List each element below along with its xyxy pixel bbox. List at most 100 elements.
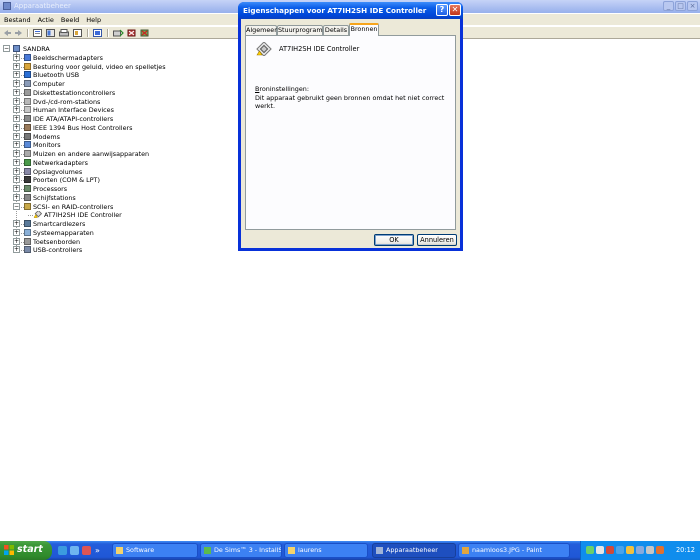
expand-icon[interactable]: + [13, 115, 20, 122]
expand-icon[interactable]: + [13, 193, 20, 201]
device-category-icon [24, 106, 31, 114]
internet-explorer-icon[interactable] [58, 546, 67, 555]
tray-network-icon[interactable] [586, 546, 594, 554]
expand-icon[interactable]: + [13, 167, 20, 175]
collapse-icon[interactable]: − [3, 45, 10, 52]
close-icon[interactable]: × [687, 1, 698, 11]
dialog-titlebar[interactable]: Eigenschappen voor AT7IH2SH IDE Controll… [238, 2, 463, 19]
forward-icon[interactable] [14, 29, 23, 37]
tree-root-label: SANDRA [23, 45, 50, 53]
tree-item-label: Smartcardlezers [33, 220, 86, 228]
task-paint[interactable]: naamloos3.JPG - Paint [458, 543, 570, 558]
device-manager-icon [3, 2, 11, 10]
expand-icon[interactable]: + [13, 220, 20, 227]
device-category-icon [24, 62, 31, 70]
expand-icon[interactable]: + [13, 185, 20, 192]
ok-button[interactable]: OK [374, 234, 414, 246]
warning-device-icon [33, 211, 42, 219]
start-button[interactable]: start [0, 541, 52, 560]
expand-icon[interactable]: + [13, 141, 20, 149]
tree-item-label: Computer [33, 80, 65, 88]
device-category-icon [24, 71, 31, 79]
refresh-icon[interactable] [93, 29, 102, 37]
help-button[interactable]: ? [436, 4, 448, 16]
expand-icon[interactable]: + [13, 97, 20, 105]
tree-item-label: Opslagvolumes [33, 167, 83, 176]
properties-icon[interactable] [33, 29, 42, 37]
expand-icon[interactable]: + [13, 62, 20, 70]
print-icon[interactable] [59, 29, 69, 37]
tab-stuurprogramma[interactable]: Stuurprogramma [277, 25, 333, 35]
scan-icon[interactable] [113, 29, 124, 37]
disable-icon[interactable] [127, 29, 137, 37]
expand-icon[interactable]: + [13, 123, 20, 131]
expand-icon[interactable]: + [13, 237, 20, 245]
properties-dialog: Eigenschappen voor AT7IH2SH IDE Controll… [238, 2, 463, 251]
tree-item-label: Muizen en andere aanwijsapparaten [33, 150, 150, 158]
close-button[interactable]: ✕ [449, 4, 461, 16]
tree-item-label: Monitors [33, 141, 61, 150]
console-icon[interactable] [46, 29, 55, 37]
expand-icon[interactable]: + [13, 106, 20, 114]
media-player-icon[interactable] [82, 546, 91, 555]
uninstall-icon[interactable] [140, 29, 150, 37]
menu-help[interactable]: Help [86, 16, 101, 24]
menu-beeld[interactable]: Beeld [61, 16, 79, 24]
folder-icon [116, 547, 123, 554]
tree-item-label: Toetsenborden [33, 237, 80, 246]
tray-antivirus-icon[interactable] [606, 546, 614, 554]
tree-item-label: Beeldschermadapters [33, 53, 103, 62]
minimize-icon[interactable]: _ [663, 1, 674, 11]
task-laurens[interactable]: laurens [284, 543, 368, 558]
start-label: start [17, 544, 43, 555]
folder-icon [288, 547, 295, 554]
device-category-icon [24, 132, 31, 140]
task-software[interactable]: Software [112, 543, 198, 558]
expand-icon[interactable]: + [13, 80, 20, 87]
expand-icon[interactable]: + [13, 53, 20, 61]
bronnen-panel: AT7IH2SH IDE Controller Broninstellingen… [245, 35, 456, 230]
tray-safely-remove-icon[interactable] [646, 546, 654, 554]
collapse-icon[interactable]: − [13, 202, 20, 210]
expand-icon[interactable]: + [13, 246, 20, 254]
expand-icon[interactable]: + [13, 228, 20, 236]
back-icon[interactable] [3, 29, 12, 37]
tray-warning-icon[interactable] [626, 546, 634, 554]
help-icon[interactable] [73, 29, 82, 37]
expand-icon[interactable]: + [13, 158, 20, 166]
expand-icon[interactable]: + [13, 88, 20, 96]
show-desktop-icon[interactable] [70, 546, 79, 555]
tray-app-icon[interactable] [656, 546, 664, 554]
cancel-button[interactable]: Annuleren [417, 234, 457, 246]
tree-item-label: Modems [33, 132, 60, 141]
toolbar-separator [87, 29, 89, 37]
device-category-icon [24, 53, 31, 61]
resources-message: Dit apparaat gebruikt geen bronnen omdat… [255, 94, 445, 110]
quicklaunch-chevron-icon[interactable]: » [95, 546, 100, 555]
tree-item-label: Processors [33, 185, 68, 193]
expand-icon[interactable]: + [13, 150, 20, 157]
device-category-icon [24, 228, 31, 236]
maximize-icon[interactable]: □ [675, 1, 686, 11]
device-category-icon [24, 220, 31, 227]
tab-details[interactable]: Details [323, 25, 349, 35]
tray-bluetooth-icon[interactable] [616, 546, 624, 554]
tray-volume-icon[interactable] [596, 546, 604, 554]
menu-actie[interactable]: Actie [38, 16, 54, 24]
installer-icon [204, 547, 211, 554]
device-category-icon [24, 141, 31, 149]
tree-item-label: Netwerkadapters [33, 158, 88, 167]
menu-bestand[interactable]: Bestand [4, 16, 31, 24]
tray-update-icon[interactable] [636, 546, 644, 554]
expand-icon[interactable]: + [13, 71, 20, 79]
task-apparaatbeheer[interactable]: Apparaatbeheer [372, 543, 456, 558]
toolbar-separator [27, 29, 29, 37]
taskbar: start » Software De Sims™ 3 - InstallS..… [0, 541, 700, 560]
task-sims3-installer[interactable]: De Sims™ 3 - InstallS... [200, 543, 282, 558]
tree-item-label: IEEE 1394 Bus Host Controllers [33, 123, 133, 132]
expand-icon[interactable]: + [13, 176, 20, 184]
device-category-icon [24, 150, 31, 157]
tab-bronnen[interactable]: Bronnen [349, 23, 379, 36]
tab-algemeen[interactable]: Algemeen [245, 25, 278, 35]
expand-icon[interactable]: + [13, 132, 20, 140]
